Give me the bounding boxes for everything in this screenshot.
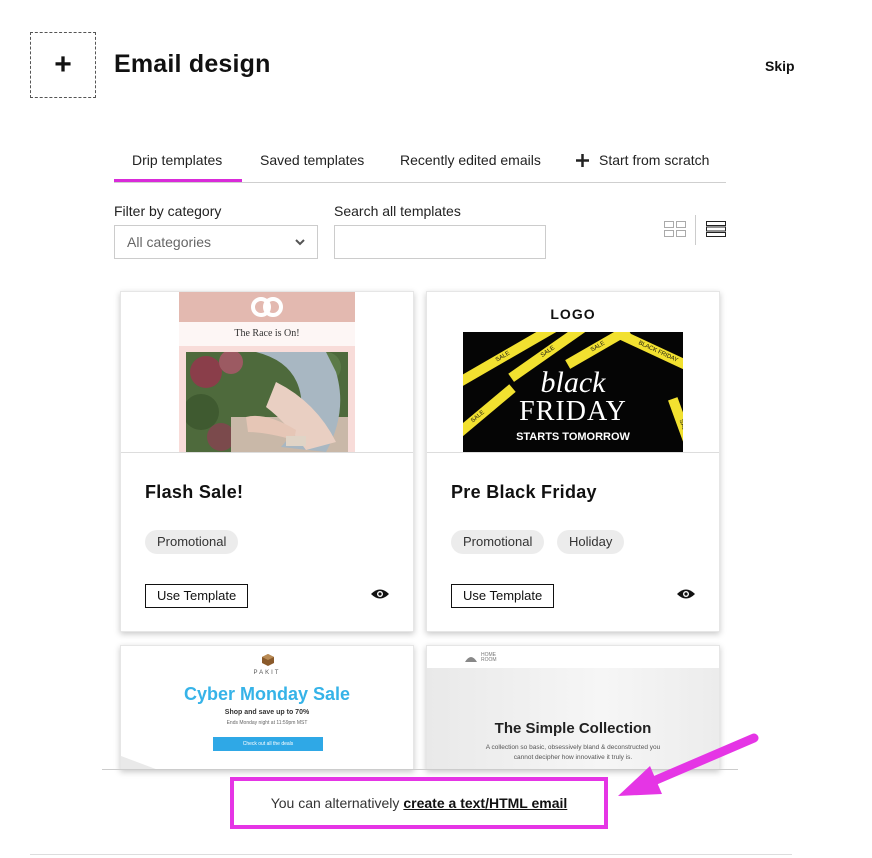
list-view-icon[interactable] xyxy=(706,221,726,237)
search-templates-label: Search all templates xyxy=(334,203,461,219)
filter-category-label: Filter by category xyxy=(114,203,222,219)
preview-corner-shape xyxy=(121,756,156,769)
preview-eye-icon[interactable] xyxy=(371,588,389,600)
template-title: Pre Black Friday xyxy=(451,482,597,502)
preview-brand-line2: ROOM xyxy=(481,657,497,663)
preview-photo xyxy=(186,352,348,452)
template-tabs: Drip templates Saved templates Recently … xyxy=(114,140,726,183)
preview-brand: PAKIT xyxy=(253,670,281,676)
tab-start-from-scratch[interactable]: Start from scratch xyxy=(576,152,709,168)
use-template-button[interactable]: Use Template xyxy=(145,584,249,608)
preview-banner: SALE SALE SALE BLACK FRIDAY SALE SALE bl… xyxy=(463,332,683,452)
preview-logo-banner xyxy=(179,292,355,322)
tag-promotional: Promotional xyxy=(451,530,545,554)
use-template-button[interactable]: Use Template xyxy=(451,584,555,608)
chevron-down-icon xyxy=(295,238,305,245)
template-title: Flash Sale! xyxy=(145,482,244,502)
create-text-html-email-link[interactable]: create a text/HTML email xyxy=(403,795,567,811)
page-title: Email design xyxy=(114,50,271,78)
home-logo-icon xyxy=(465,657,477,662)
tab-drip-templates[interactable]: Drip templates xyxy=(132,152,222,168)
tab-start-from-scratch-label: Start from scratch xyxy=(599,152,710,168)
tab-recently-edited[interactable]: Recently edited emails xyxy=(400,152,541,168)
preview-small: Ends Monday night at 11:59pm MST xyxy=(226,720,308,726)
tag-promotional: Promotional xyxy=(145,530,239,554)
preview-cta: Check out all the deals xyxy=(213,737,323,751)
active-tab-indicator xyxy=(114,179,242,182)
preview-headline: Cyber Monday Sale xyxy=(183,684,351,704)
preview-logo-text: LOGO xyxy=(550,306,596,322)
skip-link[interactable]: Skip xyxy=(765,58,795,74)
preview-eye-icon[interactable] xyxy=(677,588,695,600)
template-preview: The Race is On! xyxy=(121,292,413,453)
category-select[interactable]: All categories xyxy=(114,225,318,259)
preview-headline: The Race is On! xyxy=(234,328,300,339)
preview-brand: HOME ROOM xyxy=(481,653,497,663)
alternative-text: You can alternatively xyxy=(270,795,400,811)
add-block-button[interactable]: + xyxy=(30,32,96,98)
tag-holiday: Holiday xyxy=(557,530,625,554)
brand-logo-icon xyxy=(251,297,283,317)
tab-saved-templates[interactable]: Saved templates xyxy=(260,152,364,168)
template-preview: LOGO SALE SALE SALE BLACK FRIDAY SALE SA… xyxy=(427,292,719,453)
alternative-email-callout: You can alternatively create a text/HTML… xyxy=(230,777,608,829)
category-select-value: All categories xyxy=(127,234,212,250)
template-card-cyber-monday[interactable]: PAKIT Cyber Monday Sale Shop and save up… xyxy=(120,645,414,770)
grid-view-icon[interactable] xyxy=(664,221,686,237)
template-card-flash-sale[interactable]: The Race is On! Flash Sale! Promotional … xyxy=(120,291,414,632)
plus-icon xyxy=(576,153,589,167)
search-templates-input[interactable] xyxy=(334,225,546,259)
preview-line-starts: STARTS TOMORROW xyxy=(516,431,630,443)
box-logo-icon xyxy=(262,654,274,666)
preview-subline: Shop and save up to 70% xyxy=(224,709,310,716)
preview-line-black: black xyxy=(540,366,606,399)
highlight-arrow-icon xyxy=(618,733,759,796)
preview-line-friday: FRIDAY xyxy=(519,396,627,427)
page-bottom-divider xyxy=(30,854,792,855)
view-toggle-divider xyxy=(695,215,696,245)
template-card-pre-black-friday[interactable]: LOGO SALE SALE SALE BLACK FRIDAY SALE SA… xyxy=(426,291,720,632)
